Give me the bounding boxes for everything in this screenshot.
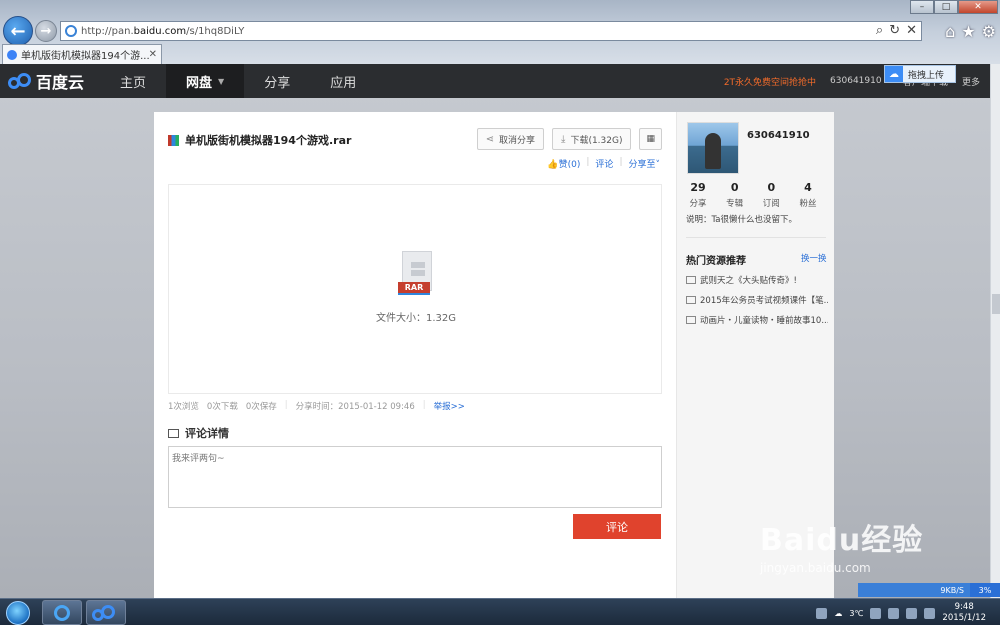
minimize-button[interactable]: – [910,0,934,14]
url-text: http://pan.baidu.com/s/1hq8DiLY [81,25,245,37]
download-button[interactable]: ⤓ 下载(1.32G) [552,128,632,150]
start-button[interactable] [6,601,30,625]
search-icon[interactable]: ⌕ [876,23,883,38]
home-icon[interactable]: ⌂ [945,22,955,41]
file-stats: 1次浏览 0次下载 0次保存 | 分享时间：2015-01-12 09:46 |… [168,400,465,412]
folder-icon [686,296,696,304]
comment-input[interactable] [168,446,662,508]
count-fans[interactable]: 4 粉丝 [793,181,823,209]
rar-file-icon [168,134,179,146]
submit-comment-button[interactable]: 评论 [573,514,661,539]
drag-upload-button[interactable]: ☁ 拖拽上传 [884,65,956,83]
favorites-star-icon[interactable]: ★ [961,22,975,41]
hot-resources-title: 热门资源推荐 [686,256,746,267]
user-menu[interactable]: 630641910 ˅ [830,76,889,86]
settings-gear-icon[interactable]: ⚙ [982,22,996,41]
tab-close-icon[interactable]: ✕ [149,49,157,60]
comments-title: 评论详情 [168,425,229,441]
keyboard-icon[interactable] [816,607,828,619]
taskbar-baidu-cloud[interactable] [86,600,126,625]
refresh-recommendations-link[interactable]: 换一换 [801,252,827,264]
security-icon[interactable] [888,607,900,619]
file-panel: 单机版街机模拟器194个游戏.rar ⋖ 取消分享 ⤓ 下载(1.32G) ▦ 👍赞… [154,112,676,600]
user-counts: 29 分享 0 专辑 0 订阅 4 粉丝 [683,181,823,209]
temperature: 3℃ [849,608,864,618]
list-item[interactable]: 武则天之《大头贴传奇》! [686,270,828,290]
refresh-icon[interactable]: ↻ [889,23,900,38]
qrcode-button[interactable]: ▦ [639,128,662,150]
tab-title: 单机版街机模拟器194个游... [21,51,149,62]
page-scrollbar[interactable] [990,64,1000,598]
cloud-app-icon [92,604,116,621]
system-tray: ☁ 3℃ 9:48 2015/1/12 [816,602,986,624]
forward-button[interactable]: → [35,20,57,42]
nav-netdisk[interactable]: 网盘 ▼ [166,64,245,98]
list-item[interactable]: 2015年公务员考试视频课件【笔... [686,290,828,310]
baidu-cloud-logo[interactable]: 百度云 [0,69,100,93]
download-icon: ⤓ [561,133,566,145]
promo-link[interactable]: 2T永久免费空间抢抢中 [724,75,816,88]
stop-icon[interactable]: ✕ [906,23,917,38]
count-shares[interactable]: 29 分享 [683,181,713,209]
hot-resources-list: 武则天之《大头贴传奇》! 2015年公务员考试视频课件【笔... 动画片・儿童读… [686,270,828,330]
comment-link[interactable]: 评论 [595,157,613,170]
list-item[interactable]: 动画片・儿童读物・睡前故事10... [686,310,828,330]
qrcode-icon: ▦ [646,134,655,144]
site-header: 百度云 主页 网盘▼ 分享 应用 2T永久免费空间抢抢中 630641910 ˅… [0,64,990,98]
upload-cloud-icon: ☁ [885,66,903,82]
folder-icon [686,316,696,324]
cloud-logo-icon [8,73,32,89]
share-page: 单机版街机模拟器194个游戏.rar ⋖ 取消分享 ⤓ 下载(1.32G) ▦ 👍赞… [154,112,834,600]
back-button[interactable]: ← [3,16,33,46]
network-icon[interactable] [870,607,882,619]
rar-archive-icon: RAR [398,251,434,295]
transfer-status: 9KB/S 3% [858,583,1000,597]
count-subscriptions[interactable]: 0 订阅 [756,181,786,209]
report-link[interactable]: 举报>> [434,400,465,412]
browser-toolbar: ← → http://pan.baidu.com/s/1hq8DiLY ⌕ ↻ … [0,0,1000,64]
cancel-share-button[interactable]: ⋖ 取消分享 [476,128,545,150]
file-preview: RAR 文件大小：1.32G [168,184,662,394]
file-size: 文件大小：1.32G [375,313,456,324]
nav-apps[interactable]: 应用 [310,64,376,98]
share-to-menu[interactable]: 分享至˅ [628,157,660,170]
more-menu[interactable]: 更多 [962,75,980,88]
main-nav: 主页 网盘 ▼ 分享 应用 [100,64,376,98]
volume-icon[interactable] [924,607,936,619]
clock[interactable]: 9:48 2015/1/12 [942,602,986,624]
count-albums[interactable]: 0 专辑 [720,181,750,209]
address-bar[interactable]: http://pan.baidu.com/s/1hq8DiLY ⌕ ↻ ✕ [60,21,922,41]
avatar[interactable] [687,122,739,174]
nav-home[interactable]: 主页 [100,64,166,98]
comment-bubble-icon [168,428,179,438]
tab-favicon-icon [7,49,17,60]
ie-icon [54,604,70,621]
ie-page-icon [65,25,77,37]
browser-tab[interactable]: 单机版街机模拟器194个游... ✕ [2,44,162,64]
file-title: 单机版街机模拟器194个游戏.rar [168,132,351,148]
taskbar-ie[interactable] [42,600,82,625]
like-button[interactable]: 👍赞(0) [547,157,580,170]
scrollbar-thumb[interactable] [992,294,1000,314]
nav-share[interactable]: 分享 [244,64,310,98]
share-icon: ⋖ [485,133,494,145]
close-window-button[interactable]: ✕ [958,0,998,14]
sidebar-username[interactable]: 630641910 [747,130,810,141]
user-description: 说明：Ta很懒什么也没留下。 [686,215,797,225]
chevron-down-icon: ▼ [218,76,225,86]
taskbar: ☁ 3℃ 9:48 2015/1/12 [0,598,1000,625]
weather-icon[interactable]: ☁ [834,609,842,618]
maximize-button[interactable]: □ [934,0,958,14]
divider [686,237,826,238]
folder-icon [686,276,696,284]
flag-icon[interactable] [906,607,918,619]
